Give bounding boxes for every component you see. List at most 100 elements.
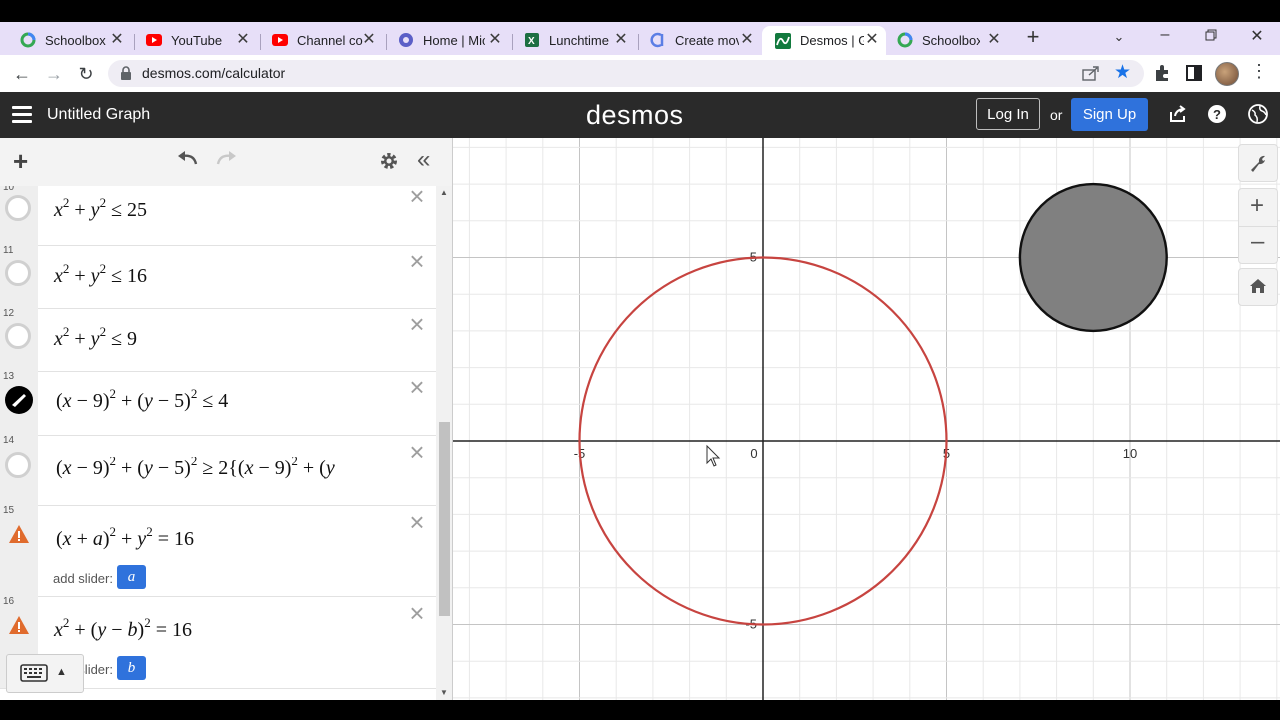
expression-formula[interactable]: (x − 9)2 + (y − 5)2 ≥ 2{(x − 9)2 + (y xyxy=(56,457,396,480)
sidepanel-icon[interactable] xyxy=(1186,65,1202,86)
zoom-out-icon[interactable]: – xyxy=(1251,229,1264,255)
signup-button[interactable]: Sign Up xyxy=(1071,98,1148,131)
add-slider-a-button[interactable]: a xyxy=(117,565,146,589)
schoolbox-icon xyxy=(20,32,36,48)
wrench-icon[interactable] xyxy=(1248,153,1268,178)
expression-row[interactable]: 15 (x + a)2 + y2 = 16 × add slider: a xyxy=(0,505,436,597)
share-icon[interactable] xyxy=(1082,65,1100,86)
tab-youtube[interactable]: YouTube ✕ xyxy=(126,26,257,54)
tab-label: Create mov xyxy=(675,32,739,48)
expression-formula[interactable]: x2 + y2 ≤ 25 xyxy=(54,196,147,222)
color-style-icon[interactable] xyxy=(4,385,34,420)
tab-schoolbox[interactable]: Schoolbox ✕ xyxy=(0,26,131,54)
zoom-in-icon[interactable]: + xyxy=(1250,193,1264,219)
zoom-controls: + – xyxy=(1238,188,1278,264)
extensions-icon[interactable] xyxy=(1153,64,1171,87)
restore-icon[interactable] xyxy=(1201,27,1221,47)
tab-lunchtime[interactable]: X Lunchtime ✕ xyxy=(504,26,635,54)
warning-icon[interactable] xyxy=(8,524,30,544)
settings-gear-icon[interactable] xyxy=(379,151,399,176)
minimize-icon[interactable]: – xyxy=(1155,25,1175,45)
tab-schoolbox-2[interactable]: Schoolbox ✕ xyxy=(877,26,1008,54)
expression-toolbar: + « xyxy=(0,138,452,187)
expression-scrollbar[interactable]: ▲ ▼ xyxy=(436,186,452,700)
undo-icon[interactable] xyxy=(176,150,198,171)
keyboard-icon xyxy=(20,664,48,687)
menu-kebab-icon[interactable]: ⋮ xyxy=(1250,61,1268,82)
close-icon[interactable]: ✕ xyxy=(739,32,755,48)
close-icon[interactable]: ✕ xyxy=(986,32,1002,48)
share-graph-icon[interactable] xyxy=(1168,104,1190,126)
graph-settings-panel xyxy=(1238,144,1278,182)
close-icon[interactable]: ✕ xyxy=(109,32,125,48)
address-bar-row: ← → ↻ desmos.com/calculator ★ ⋮ xyxy=(0,55,1280,93)
warning-icon[interactable] xyxy=(8,615,30,635)
hamburger-menu-icon[interactable] xyxy=(12,106,32,123)
window-close-icon[interactable]: ✕ xyxy=(1247,27,1267,47)
expression-row[interactable]: 14 (x − 9)2 + (y − 5)2 ≥ 2{(x − 9)2 + (y… xyxy=(0,435,436,506)
globe-icon[interactable] xyxy=(1248,104,1270,126)
scroll-up-icon[interactable]: ▲ xyxy=(440,188,448,197)
forward-arrow-icon[interactable]: → xyxy=(43,63,65,85)
redo-icon[interactable] xyxy=(216,150,238,171)
visibility-toggle-icon[interactable] xyxy=(5,260,31,286)
login-button[interactable]: Log In xyxy=(976,98,1040,130)
graph-title[interactable]: Untitled Graph xyxy=(47,106,150,124)
scrollbar-thumb[interactable] xyxy=(439,422,450,616)
tab-label: Channel co xyxy=(297,32,363,48)
bookmark-star-icon[interactable]: ★ xyxy=(1114,61,1131,84)
delete-expression-icon[interactable]: × xyxy=(406,311,428,337)
delete-expression-icon[interactable]: × xyxy=(406,374,428,400)
keyboard-toggle-button[interactable]: ▲ xyxy=(6,654,84,693)
graph-paper[interactable]: -5 0 5 10 5 -5 xyxy=(453,138,1280,700)
x-tick-label: 0 xyxy=(750,446,757,461)
schoolbox-icon xyxy=(897,32,913,48)
delete-expression-icon[interactable]: × xyxy=(406,248,428,274)
delete-expression-icon[interactable]: × xyxy=(406,439,428,465)
url-field[interactable]: desmos.com/calculator ★ xyxy=(108,60,1144,87)
graph-canvas[interactable]: -5 0 5 105-5 xyxy=(453,138,1280,700)
visibility-toggle-icon[interactable] xyxy=(5,195,31,221)
help-icon[interactable]: ? xyxy=(1207,104,1229,126)
expression-row[interactable]: 11 x2 + y2 ≤ 16 × xyxy=(0,245,436,309)
expression-row[interactable]: 10 x2 + y2 ≤ 25 × xyxy=(0,186,436,246)
expression-formula[interactable]: x2 + y2 ≤ 16 xyxy=(54,262,147,288)
expression-row[interactable]: 13 (x − 9)2 + (y − 5)2 ≤ 4 × xyxy=(0,371,436,436)
expression-formula[interactable]: (x + a)2 + y2 = 16 xyxy=(56,525,194,551)
tab-label: Schoolbox xyxy=(45,32,106,48)
browser-tab-strip: Schoolbox ✕ YouTube ✕ Channel co ✕ Home … xyxy=(0,22,1280,55)
add-slider-b-button[interactable]: b xyxy=(117,656,146,680)
expression-formula[interactable]: x2 + (y − b)2 = 16 xyxy=(54,616,192,642)
tab-label: Home | Mic xyxy=(423,32,485,48)
close-icon[interactable]: ✕ xyxy=(361,32,377,48)
tab-microsoft-home[interactable]: Home | Mic ✕ xyxy=(378,26,509,54)
microsoft-icon xyxy=(398,32,414,48)
tab-desmos[interactable]: Desmos | G ✕ xyxy=(762,26,886,55)
svg-text:X: X xyxy=(528,36,535,47)
close-icon[interactable]: ✕ xyxy=(235,32,251,48)
scroll-down-icon[interactable]: ▼ xyxy=(440,688,448,697)
visibility-toggle-icon[interactable] xyxy=(5,452,31,478)
home-icon[interactable] xyxy=(1249,278,1267,299)
expression-formula[interactable]: x2 + y2 ≤ 9 xyxy=(54,325,137,351)
tab-search-chevron-icon[interactable]: ⌄ xyxy=(1109,27,1129,47)
visibility-toggle-icon[interactable] xyxy=(5,323,31,349)
tab-create-movie[interactable]: Create mov ✕ xyxy=(630,26,761,54)
add-expression-icon[interactable]: + xyxy=(13,148,28,174)
expression-number: 16 xyxy=(3,596,15,607)
expression-formula[interactable]: (x − 9)2 + (y − 5)2 ≤ 4 xyxy=(56,387,228,413)
collapse-panel-icon[interactable]: « xyxy=(417,148,430,172)
delete-expression-icon[interactable]: × xyxy=(406,186,428,209)
new-tab-icon[interactable]: + xyxy=(1023,26,1043,48)
avatar[interactable] xyxy=(1215,62,1239,86)
close-icon[interactable]: ✕ xyxy=(613,32,629,48)
back-arrow-icon[interactable]: ← xyxy=(11,63,33,85)
expression-number: 13 xyxy=(3,371,15,382)
tab-label: Lunchtime xyxy=(549,32,609,48)
delete-expression-icon[interactable]: × xyxy=(406,509,428,535)
delete-expression-icon[interactable]: × xyxy=(406,600,428,626)
expression-row[interactable]: 12 x2 + y2 ≤ 9 × xyxy=(0,308,436,372)
reload-icon[interactable]: ↻ xyxy=(75,63,97,85)
close-icon[interactable]: ✕ xyxy=(487,32,503,48)
tab-channel[interactable]: Channel co ✕ xyxy=(252,26,383,54)
